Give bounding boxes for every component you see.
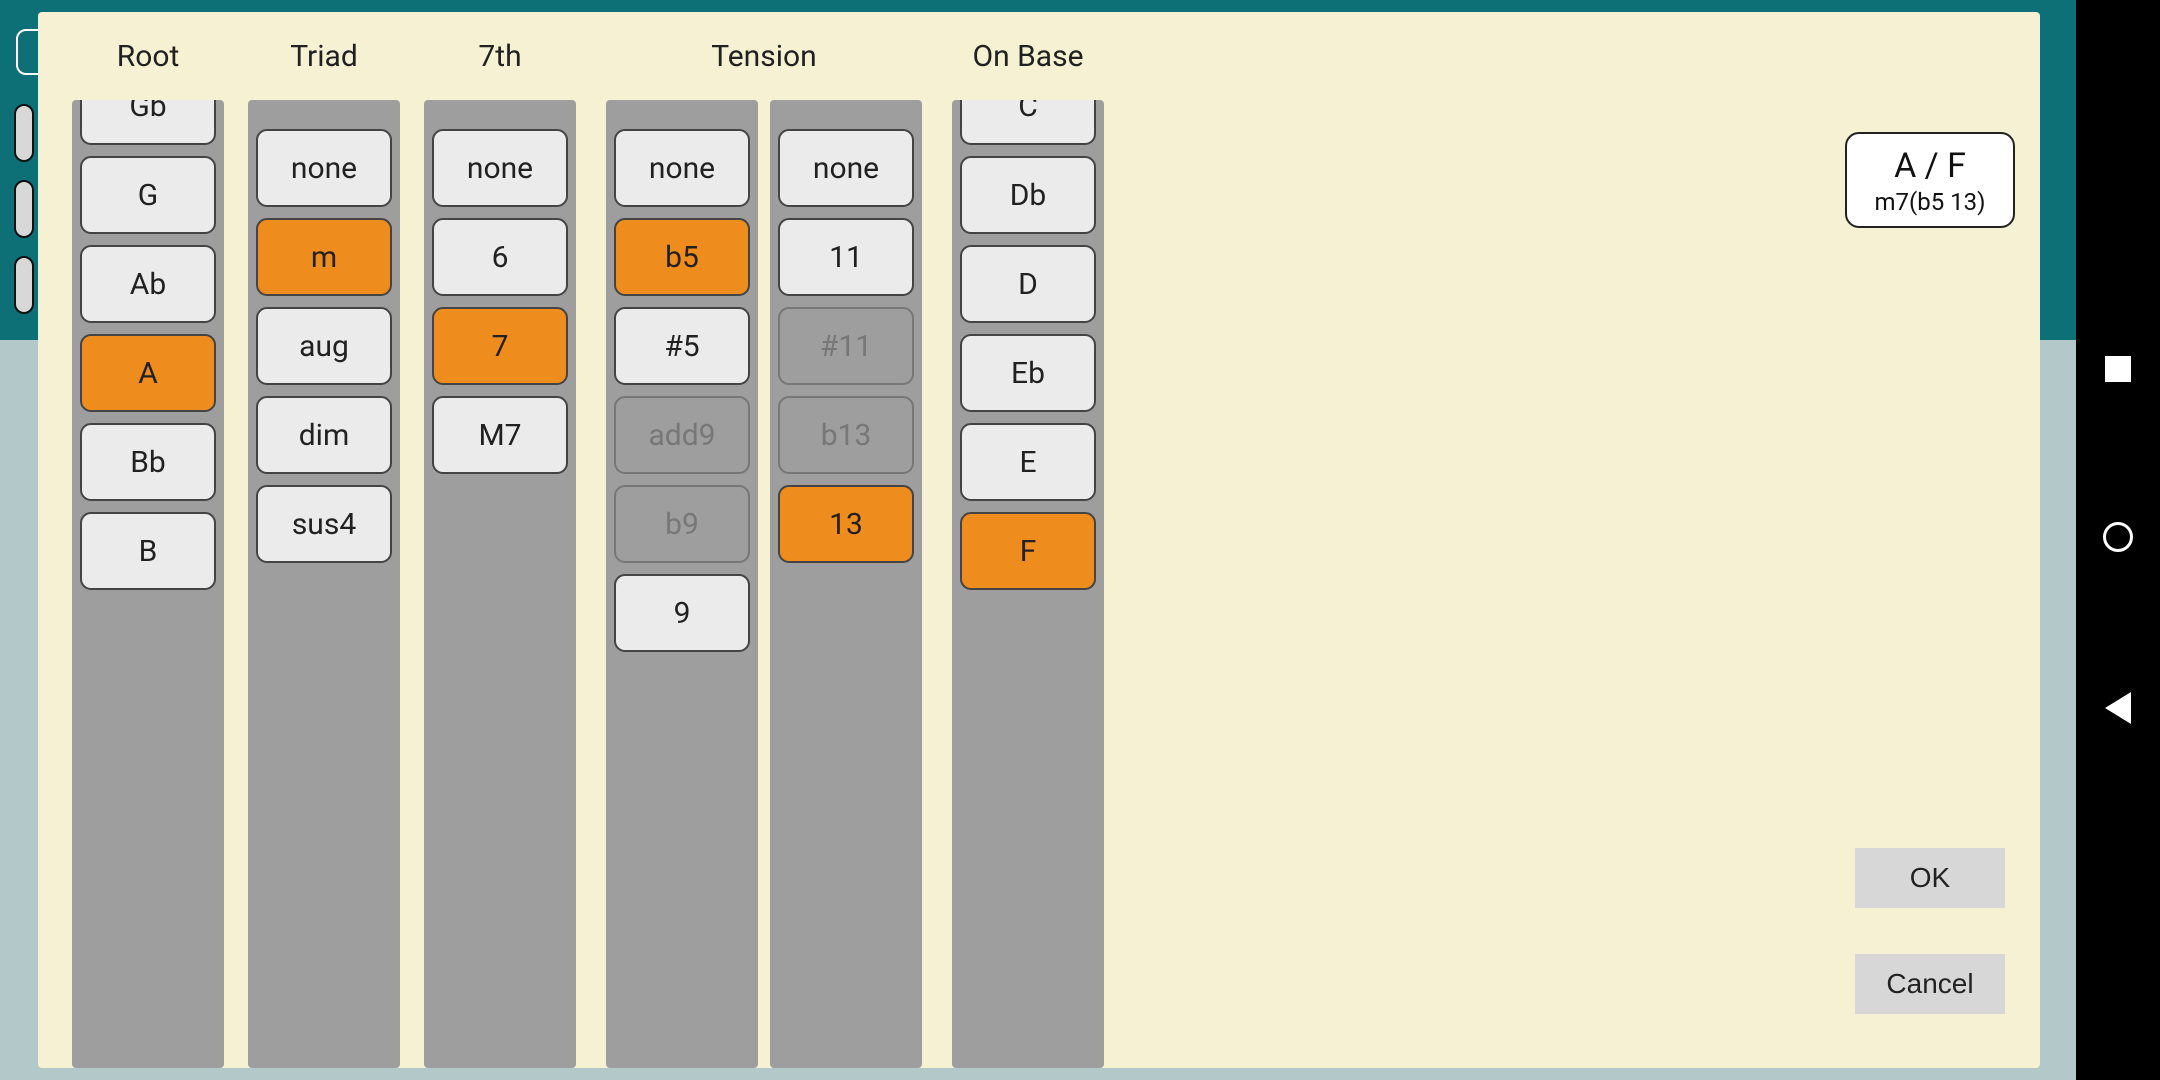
option--11: #11 [778, 307, 914, 385]
col-tension: Tension none b5 #5 add9 b9 9 none 11 #11 b13 13 [594, 12, 934, 1068]
bg-button [14, 180, 34, 238]
option-c[interactable]: C [960, 100, 1096, 145]
chord-display-line1: A / F [1855, 146, 2005, 186]
col-header-root: Root [66, 12, 230, 100]
bg-button [14, 104, 34, 162]
col-triad: Triad none m aug dim sus4 [242, 12, 406, 1068]
triad-scroller[interactable]: none m aug dim sus4 [248, 100, 400, 1068]
option-f[interactable]: F [960, 512, 1096, 590]
option-b9: b9 [614, 485, 750, 563]
ok-button[interactable]: OK [1855, 848, 2005, 908]
option-eb[interactable]: Eb [960, 334, 1096, 412]
option-sus4[interactable]: sus4 [256, 485, 392, 563]
option-a[interactable]: A [80, 334, 216, 412]
tension2-scroller[interactable]: none 11 #11 b13 13 [770, 100, 922, 1068]
option-aug[interactable]: aug [256, 307, 392, 385]
option-none[interactable]: none [256, 129, 392, 207]
nav-back-icon[interactable] [2105, 692, 2131, 724]
option-add9: add9 [614, 396, 750, 474]
nav-home-icon[interactable] [2103, 522, 2133, 552]
tension1-scroller[interactable]: none b5 #5 add9 b9 9 [606, 100, 758, 1068]
onbase-scroller[interactable]: C Db D Eb EF [952, 100, 1104, 1068]
tension-pair: none b5 #5 add9 b9 9 none 11 #11 b13 13 [606, 100, 922, 1068]
option-m7[interactable]: M7 [432, 396, 568, 474]
option-g[interactable]: G [80, 156, 216, 234]
columns-wrap: Root GbGAbABbB Triad nonemaugdimsus4 7th… [38, 12, 1820, 1068]
option-none[interactable]: none [614, 129, 750, 207]
root-scroller[interactable]: Gb G Ab A Bb B [72, 100, 224, 1068]
right-panel: A / F m7(b5 13) OK Cancel [1820, 12, 2040, 1068]
option-m[interactable]: m [256, 218, 392, 296]
col-header-onbase: On Base [946, 12, 1110, 100]
nav-recent-icon[interactable] [2105, 356, 2131, 382]
option-9[interactable]: 9 [614, 574, 750, 652]
option-6[interactable]: 6 [432, 218, 568, 296]
chord-display-line2: m7(b5 13) [1855, 188, 2005, 216]
bg-button [14, 256, 34, 314]
option-11[interactable]: 11 [778, 218, 914, 296]
chord-dialog: Root GbGAbABbB Triad nonemaugdimsus4 7th… [38, 12, 2040, 1068]
option--5[interactable]: #5 [614, 307, 750, 385]
seventh-scroller[interactable]: none 6 7 M7 [424, 100, 576, 1068]
col-header-seventh: 7th [418, 12, 582, 100]
android-nav-bar [2076, 0, 2160, 1080]
option-ab[interactable]: Ab [80, 245, 216, 323]
option-b5[interactable]: b5 [614, 218, 750, 296]
chord-display: A / F m7(b5 13) [1845, 132, 2015, 228]
col-seventh: 7th none 6 7 M7 [418, 12, 582, 1068]
col-root: Root Gb G Ab A Bb B [66, 12, 230, 1068]
option-gb[interactable]: Gb [80, 100, 216, 145]
option-bb[interactable]: Bb [80, 423, 216, 501]
col-header-triad: Triad [242, 12, 406, 100]
option-db[interactable]: Db [960, 156, 1096, 234]
col-onbase: On Base C Db D Eb EF [946, 12, 1110, 1068]
option-none[interactable]: none [778, 129, 914, 207]
option-b[interactable]: B [80, 512, 216, 590]
option-d[interactable]: D [960, 245, 1096, 323]
option-b13: b13 [778, 396, 914, 474]
option-dim[interactable]: dim [256, 396, 392, 474]
option-none[interactable]: none [432, 129, 568, 207]
option-7[interactable]: 7 [432, 307, 568, 385]
col-header-tension: Tension [594, 12, 934, 100]
option-13[interactable]: 13 [778, 485, 914, 563]
cancel-button[interactable]: Cancel [1855, 954, 2005, 1014]
option-e[interactable]: E [960, 423, 1096, 501]
